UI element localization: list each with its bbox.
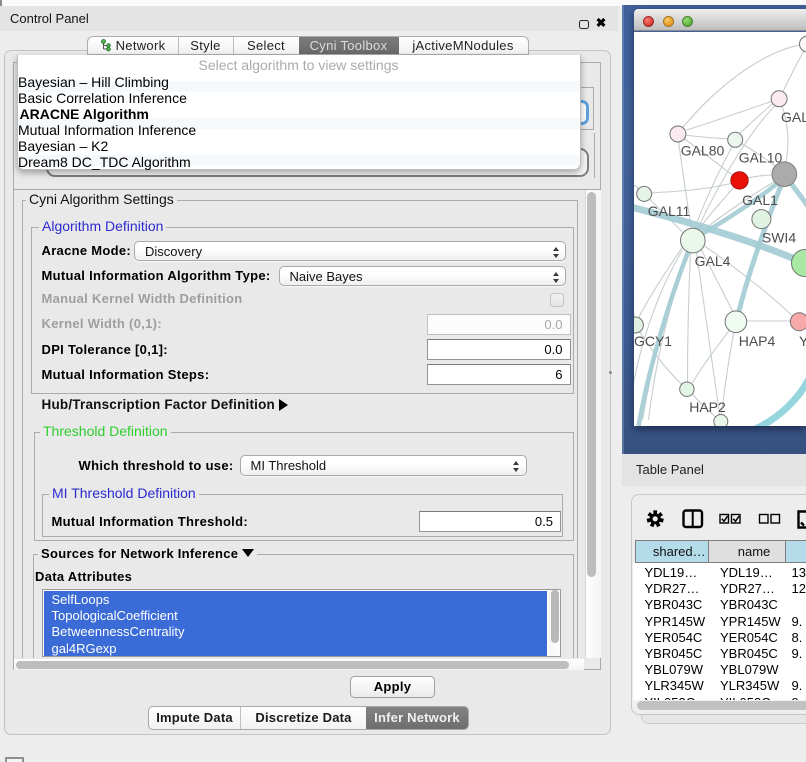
svg-text:GAL1: GAL1 [742,192,778,208]
svg-text:HAP4: HAP4 [738,333,775,349]
svg-text:GAL7: GAL7 [781,109,806,125]
svg-text:HAP2: HAP2 [689,399,726,415]
svg-text:GCY1: GCY1 [634,333,672,349]
svg-text:GAL4: GAL4 [694,253,730,269]
svg-text:GAL11: GAL11 [647,203,690,219]
svg-text:SWI4: SWI4 [761,230,795,246]
svg-text:GAL10: GAL10 [738,150,782,166]
svg-text:YL: YL [799,333,806,349]
svg-text:GAL80: GAL80 [680,143,724,159]
